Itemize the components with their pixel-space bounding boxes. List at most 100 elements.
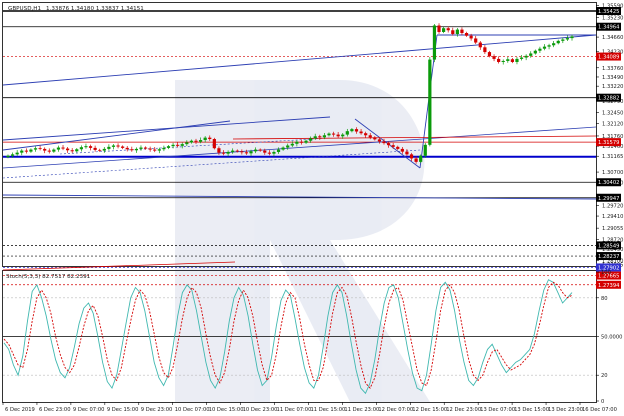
- candle-body: [98, 149, 102, 151]
- candle-body: [405, 151, 409, 155]
- candle-body: [506, 59, 510, 61]
- candle-body: [249, 151, 253, 154]
- price-label-text: 1.29947: [598, 196, 619, 202]
- time-tick-label: 12 Dec 07:00: [378, 407, 413, 413]
- candle-body: [20, 150, 24, 153]
- candle-body: [226, 151, 230, 154]
- stochastic-tick-label: 50.0000: [601, 335, 622, 341]
- candle-body: [203, 137, 207, 141]
- candle-body: [254, 149, 258, 152]
- price-tick-label: 1.30700: [602, 170, 623, 176]
- candle-body: [148, 148, 152, 150]
- ohlc-readout: 1.33876 1.34180 1.33837 1.34151: [46, 6, 144, 12]
- candle-body: [221, 152, 226, 154]
- candle-body: [52, 149, 56, 152]
- candle-body: [309, 138, 313, 141]
- candle-body: [437, 25, 441, 32]
- candle-body: [313, 136, 317, 139]
- candle-body: [432, 25, 437, 60]
- candle-body: [24, 150, 28, 152]
- price-tick-label: 1.34660: [602, 35, 623, 41]
- time-tick-label: 16 Dec 07:00: [582, 407, 617, 413]
- candle-body: [15, 152, 19, 155]
- time-tick-label: 11 Dec 15:00: [310, 407, 345, 413]
- price-tick-label: 1.32450: [602, 110, 623, 116]
- candle-body: [510, 59, 514, 62]
- time-tick-label: 9 Dec 07:00: [73, 407, 105, 413]
- candle-body: [286, 145, 290, 148]
- candle-body: [139, 147, 143, 149]
- candle-body: [533, 50, 537, 54]
- candle-body: [157, 149, 161, 151]
- price-tick-label: 1.29720: [602, 203, 623, 209]
- candle-body: [364, 133, 368, 136]
- price-label-text: 1.32882: [598, 96, 619, 102]
- candle-body: [290, 143, 294, 146]
- candle-body: [66, 148, 70, 151]
- candle-body: [570, 36, 574, 39]
- candle-body: [217, 148, 221, 153]
- candle-body: [134, 148, 138, 151]
- candle-body: [556, 40, 560, 44]
- candle-body: [428, 59, 432, 145]
- time-tick-label: 12 Dec 15:00: [412, 407, 447, 413]
- price-tick-label: 1.33490: [602, 75, 623, 81]
- candle-body: [460, 29, 464, 33]
- price-tick-label: 1.29410: [602, 214, 623, 220]
- price-tick-label: 1.33220: [602, 84, 623, 90]
- candle-body: [272, 151, 276, 154]
- candle-body: [469, 35, 473, 39]
- candle-body: [464, 32, 469, 36]
- price-tick-label: 1.33760: [602, 66, 623, 72]
- candle-body: [111, 145, 116, 147]
- candle-body: [10, 154, 15, 156]
- candle-body: [391, 145, 395, 147]
- candle-body: [327, 133, 331, 136]
- stochastic-tick-label: 100: [601, 270, 611, 276]
- candle-body: [47, 150, 51, 152]
- candle-body: [70, 150, 74, 152]
- candle-body: [483, 47, 487, 53]
- candle-body: [318, 136, 322, 138]
- candle-body: [121, 146, 125, 148]
- candle-body: [354, 129, 359, 132]
- candle-body: [446, 28, 450, 31]
- chart-canvas: 1.355901.352301.346601.342301.337601.334…: [0, 0, 624, 416]
- time-tick-label: 10 Dec 07:00: [175, 407, 210, 413]
- candle-body: [231, 150, 235, 152]
- candle-body: [331, 133, 336, 135]
- time-tick-label: 11 Dec 23:00: [344, 407, 379, 413]
- time-tick-label: 10 Dec 23:00: [243, 407, 278, 413]
- time-tick-label: 6 Dec 23:00: [39, 407, 71, 413]
- candle-body: [212, 139, 216, 149]
- candle-body: [524, 55, 528, 58]
- candle-body: [359, 131, 363, 134]
- price-tick-label: 1.35230: [602, 16, 623, 22]
- candle-body: [368, 135, 372, 138]
- candle-body: [162, 147, 166, 150]
- candle-body: [267, 152, 271, 154]
- candle-body: [194, 140, 198, 142]
- candle-body: [79, 147, 83, 150]
- candle-body: [492, 56, 496, 59]
- candle-body: [56, 147, 61, 150]
- price-tick-label: 1.32120: [602, 122, 623, 128]
- candle-body: [189, 140, 194, 143]
- price-tick-label: 1.31165: [602, 154, 623, 160]
- candle-body: [84, 146, 88, 148]
- candle-body: [478, 42, 482, 48]
- candle-body: [276, 149, 281, 152]
- candle-body: [561, 39, 565, 41]
- candle-body: [386, 143, 391, 146]
- candle-body: [6, 155, 10, 158]
- candle-body: [171, 144, 175, 147]
- stochastic-title: Stoch(5,3,3) 82.7517 82.2391: [6, 274, 91, 280]
- price-label-text: 1.34089: [598, 55, 619, 61]
- candle-body: [299, 141, 304, 143]
- candle-body: [125, 147, 129, 150]
- time-tick-label: 6 Dec 2019: [5, 407, 35, 413]
- candle-body: [304, 140, 308, 143]
- candle-body: [263, 150, 267, 153]
- time-tick-label: 9 Dec 15:00: [107, 407, 139, 413]
- time-tick-label: 13 Dec 15:00: [514, 407, 549, 413]
